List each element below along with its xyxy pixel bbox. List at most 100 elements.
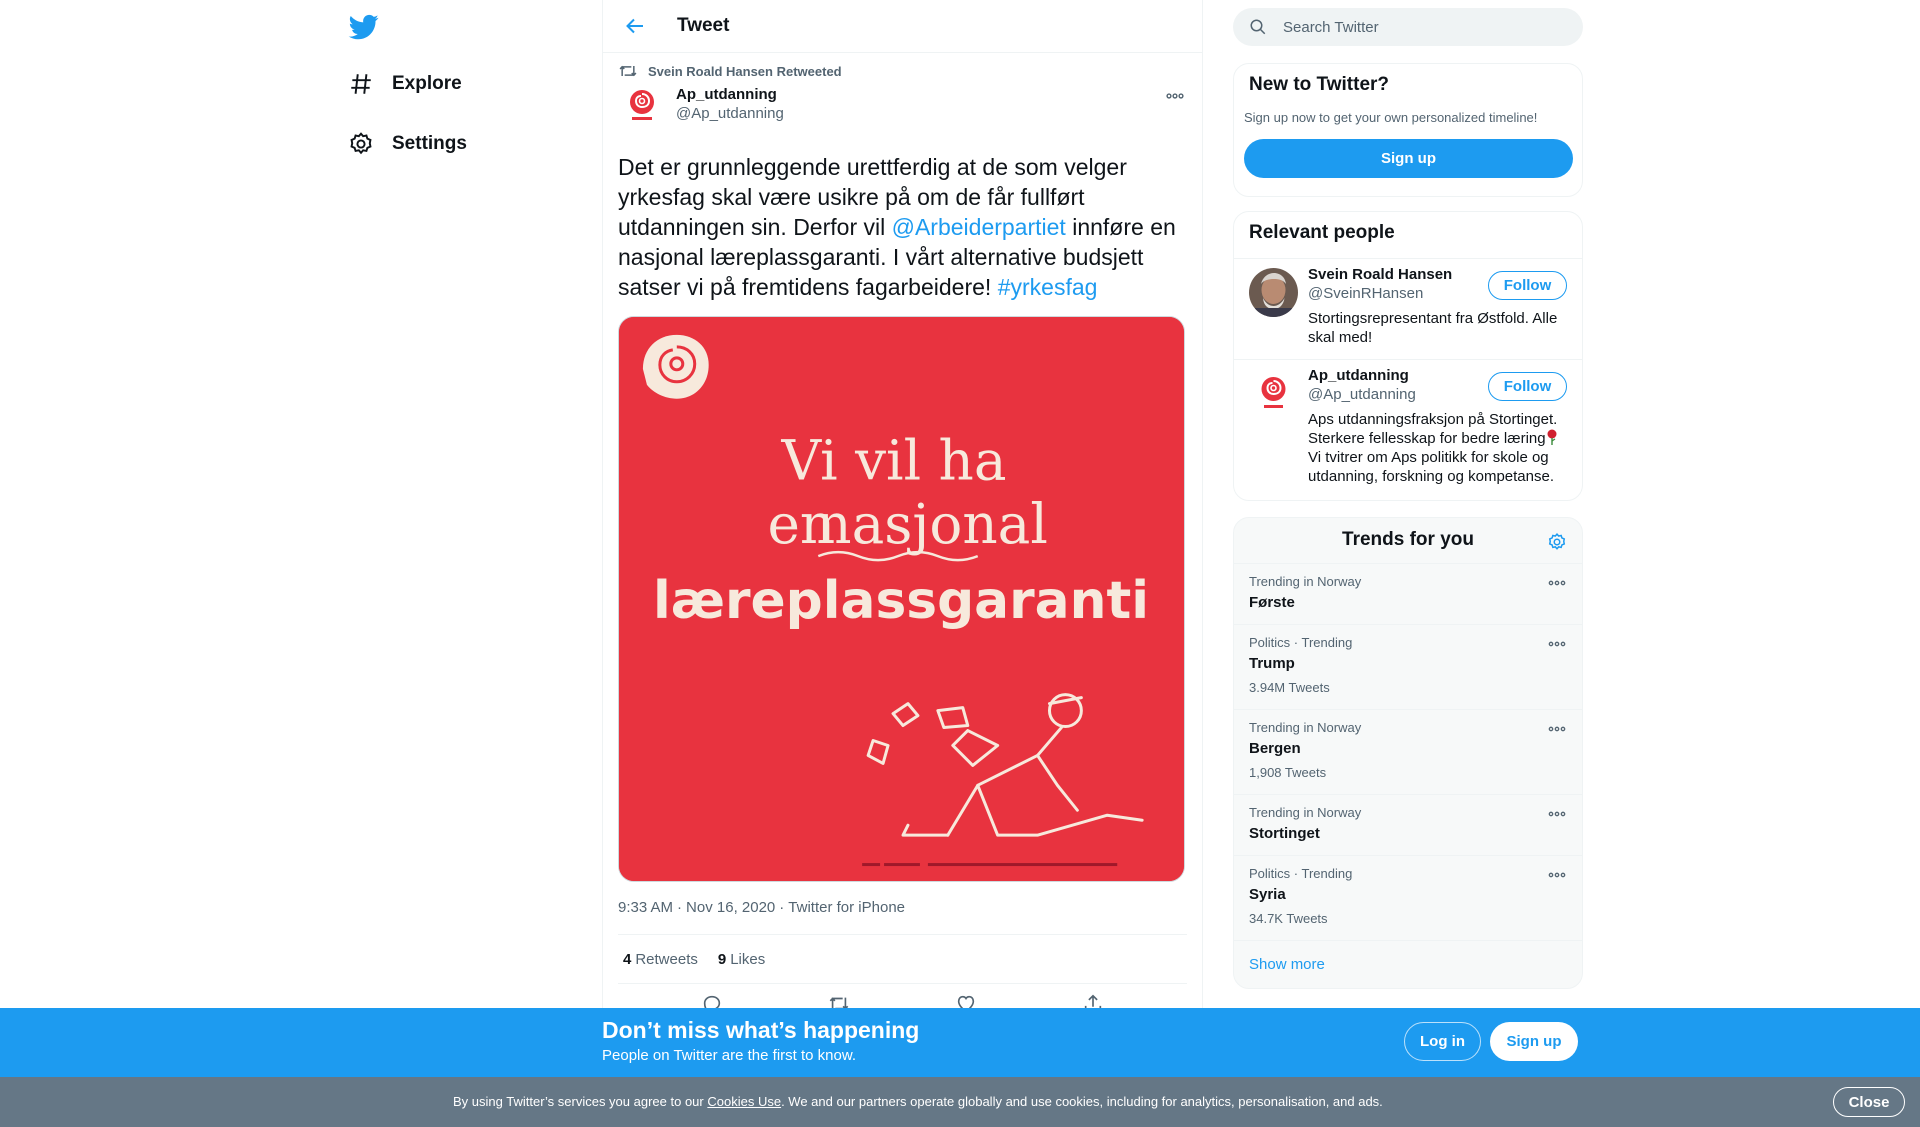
tweet-header: Tweet — [603, 0, 1202, 53]
image-text-line1: Vi vil ha — [781, 428, 1007, 492]
banner-title: Don’t miss what’s happening — [602, 1017, 920, 1043]
banner-signup-button[interactable]: Sign up — [1490, 1022, 1578, 1061]
trend-context: Politics · Trending — [1249, 866, 1353, 881]
retweeted-by-text[interactable]: Svein Roald Hansen Retweeted — [648, 64, 842, 79]
rose-logo-icon — [642, 334, 709, 399]
hashtag-icon — [348, 71, 374, 97]
trend-name: Bergen — [1249, 740, 1301, 757]
new-to-twitter-card: New to Twitter? Sign up now to get your … — [1233, 63, 1583, 197]
person-bio: Aps utdanningsfraksjon på Stortinget. St… — [1308, 410, 1573, 486]
meta-separator-1: · — [677, 898, 683, 916]
page-title: Tweet — [677, 15, 730, 36]
follow-button[interactable]: Follow — [1488, 271, 1567, 300]
trend-count: 1,908 Tweets — [1249, 765, 1327, 780]
relevant-people-title: Relevant people — [1234, 212, 1582, 259]
tweet-date[interactable]: Nov 16, 2020 — [686, 899, 775, 916]
more-options-icon[interactable] — [1547, 868, 1567, 882]
avatar[interactable] — [618, 83, 666, 131]
author-handle[interactable]: @Ap_utdanning — [676, 104, 784, 123]
person-item[interactable]: Svein Roald Hansen @SveinRHansen Follow … — [1234, 259, 1582, 360]
nav-explore-label: Explore — [392, 73, 462, 94]
show-more-link[interactable]: Show more — [1234, 941, 1582, 988]
trends-card: Trends for you Trending in Norway Første… — [1233, 517, 1583, 989]
trends-title: Trends for you — [1342, 529, 1474, 550]
tweet: Svein Roald Hansen Retweeted Ap_utdannin… — [603, 62, 1202, 1024]
nav-settings[interactable]: Settings — [348, 122, 467, 166]
more-options-icon[interactable] — [1547, 637, 1567, 651]
follow-button[interactable]: Follow — [1488, 372, 1567, 401]
trend-context: Trending in Norway — [1249, 805, 1362, 820]
tweet-source[interactable]: Twitter for iPhone — [788, 899, 905, 916]
cookies-use-link[interactable]: Cookies Use — [707, 1094, 781, 1109]
trends-header: Trends for you — [1234, 518, 1582, 564]
cookie-bar: By using Twitter’s services you agree to… — [0, 1077, 1920, 1127]
trend-context: Trending in Norway — [1249, 720, 1362, 735]
person-handle[interactable]: @Ap_utdanning — [1308, 386, 1416, 403]
rose-emoji-icon — [1546, 429, 1558, 445]
tweet-time[interactable]: 9:33 AM — [618, 899, 673, 916]
signup-button[interactable]: Sign up — [1244, 139, 1573, 178]
back-arrow-icon[interactable] — [623, 14, 647, 38]
trend-name: Syria — [1249, 886, 1286, 903]
person-name[interactable]: Svein Roald Hansen — [1308, 266, 1452, 283]
likes-count: 9 — [717, 950, 727, 968]
trend-item[interactable]: Trending in Norway Bergen 1,908 Tweets — [1234, 710, 1582, 795]
image-text-line2-b: nasjonal — [816, 492, 1048, 556]
hashtag-link[interactable]: #yrkesfag — [998, 274, 1098, 300]
new-to-twitter-subtitle: Sign up now to get your own personalized… — [1244, 110, 1538, 125]
nav-settings-label: Settings — [392, 133, 467, 154]
likes-stat[interactable]: 9 Likes — [718, 951, 765, 968]
author-name[interactable]: Ap_utdanning — [676, 85, 784, 104]
trend-name: Trump — [1249, 655, 1295, 672]
trend-item[interactable]: Politics · Trending Syria 34.7K Tweets — [1234, 856, 1582, 941]
trends-settings-gear-icon[interactable] — [1547, 532, 1567, 552]
person-handle[interactable]: @SveinRHansen — [1308, 285, 1423, 302]
tweet-text: Det er grunnleggende urettferdig at de s… — [618, 152, 1188, 302]
more-options-icon[interactable] — [1547, 576, 1567, 590]
retweets-stat[interactable]: 4 Retweets — [623, 951, 698, 968]
trend-context: Politics · Trending — [1249, 635, 1353, 650]
twitter-logo-icon[interactable] — [348, 12, 380, 42]
more-options-icon[interactable] — [1547, 722, 1567, 736]
cookie-text-after: . We and our partners operate globally a… — [781, 1094, 1383, 1109]
search-input[interactable] — [1283, 18, 1563, 36]
new-to-twitter-title: New to Twitter? — [1249, 74, 1390, 95]
avatar[interactable] — [1249, 369, 1298, 418]
retweet-icon — [618, 62, 638, 80]
trend-item[interactable]: Trending in Norway Første — [1234, 564, 1582, 625]
banner-subtitle: People on Twitter are the first to know. — [602, 1047, 857, 1064]
cookie-text: By using Twitter’s services you agree to… — [453, 1094, 1383, 1109]
mention-link[interactable]: @Arbeiderpartiet — [892, 214, 1066, 240]
meta-separator-2: · — [779, 898, 785, 916]
trend-count: 34.7K Tweets — [1249, 911, 1328, 926]
trend-name: Første — [1249, 594, 1295, 611]
trend-name: Stortinget — [1249, 825, 1320, 842]
person-bio-line1: Aps utdanningsfraksjon på Stortinget. St… — [1308, 411, 1558, 447]
tweet-image[interactable]: Vi vil ha en nasjonal læreplassgaranti — [618, 316, 1185, 882]
main-column: Tweet Svein Roald Hansen Retweeted Ap_ut… — [602, 0, 1203, 1127]
signup-banner: Don’t miss what’s happening People on Tw… — [0, 1008, 1920, 1077]
avatar[interactable] — [1249, 268, 1298, 317]
trend-item[interactable]: Trending in Norway Stortinget — [1234, 795, 1582, 856]
person-name[interactable]: Ap_utdanning — [1308, 367, 1409, 384]
retweets-count: 4 — [623, 950, 632, 968]
more-options-icon[interactable] — [1163, 87, 1187, 105]
tweet-stats: 4 Retweets 9 Likes — [618, 934, 1187, 984]
relevant-people-card: Relevant people Svein Roald Hansen @Svei… — [1233, 211, 1583, 501]
trend-context: Trending in Norway — [1249, 574, 1362, 589]
search-box[interactable] — [1233, 8, 1583, 46]
person-item[interactable]: Ap_utdanning @Ap_utdanning Follow Aps ut… — [1234, 360, 1582, 500]
login-button[interactable]: Log in — [1404, 1022, 1481, 1061]
search-icon — [1249, 18, 1267, 36]
trend-count: 3.94M Tweets — [1249, 680, 1330, 695]
nav-explore[interactable]: Explore — [348, 62, 462, 106]
person-bio: Stortingsrepresentant fra Østfold. Alle … — [1308, 310, 1558, 346]
close-button[interactable]: Close — [1833, 1087, 1905, 1117]
person-bio-line2: Vi tvitrer om Aps politikk for skole og … — [1308, 449, 1554, 485]
gear-icon — [348, 131, 374, 157]
more-options-icon[interactable] — [1547, 807, 1567, 821]
trend-item[interactable]: Politics · Trending Trump 3.94M Tweets — [1234, 625, 1582, 710]
tweet-author: Ap_utdanning @Ap_utdanning — [618, 83, 1187, 131]
image-text-line3: læreplassgaranti — [653, 571, 1149, 631]
retweets-label: Retweets — [635, 950, 698, 968]
